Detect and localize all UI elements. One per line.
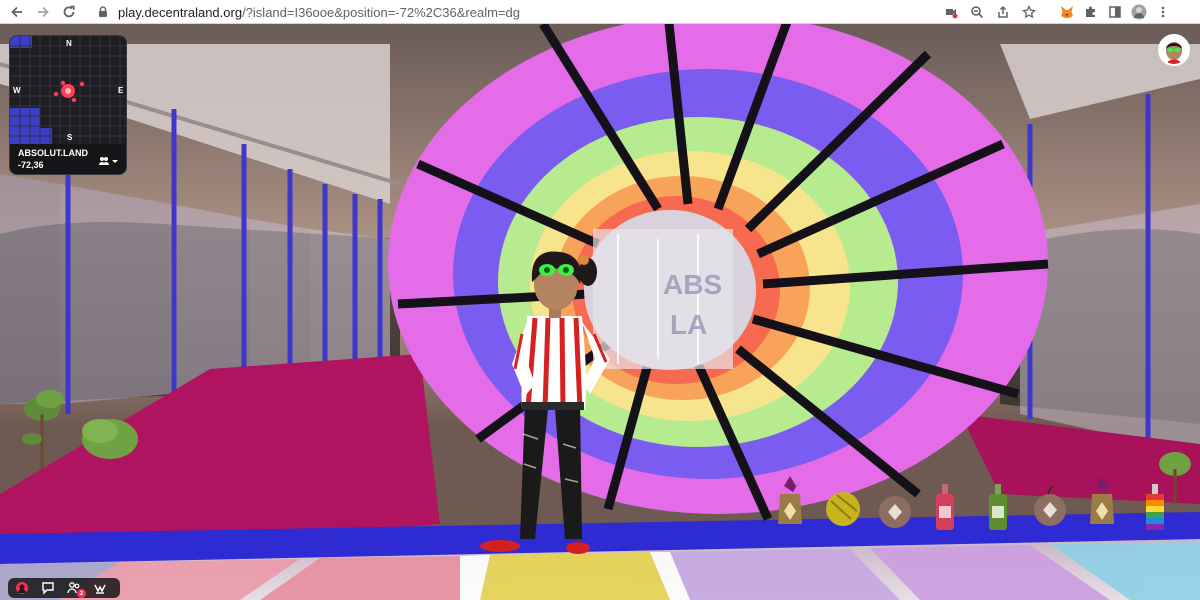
compass-east: E: [118, 86, 124, 95]
forward-button[interactable]: [30, 0, 56, 24]
address-bar-actions: [940, 0, 1040, 24]
emote-icon: [94, 584, 106, 594]
extensions-puzzle-icon[interactable]: [1080, 1, 1102, 23]
bookmark-star-icon[interactable]: [1018, 1, 1040, 23]
sign-text-bottom: LA: [670, 309, 707, 340]
game-viewport[interactable]: ABS LA: [0, 24, 1200, 600]
right-glass-railing: [1020, 204, 1200, 454]
friends-button[interactable]: 2: [64, 579, 86, 598]
menu-dots-icon[interactable]: [1152, 1, 1174, 23]
share-icon[interactable]: [992, 1, 1014, 23]
chat-icon: [42, 582, 54, 595]
bottom-toolbar: 2: [8, 578, 120, 598]
avatar-menu-button[interactable]: [12, 579, 32, 597]
brown-orb-1: [879, 496, 911, 528]
sign-text-top: ABS: [663, 269, 722, 300]
reload-icon: [63, 5, 75, 17]
url-host: play.decentraland.org: [118, 4, 243, 20]
emote-button[interactable]: [90, 579, 110, 597]
users-dropdown-icon[interactable]: [98, 156, 118, 168]
gold-orb: [826, 492, 860, 526]
tree-left-2: [82, 419, 138, 459]
url-path: /?island=I36ooe&position=-72%2C36&realm=…: [242, 4, 520, 20]
browser-toolbar: play.decentraland.org/?island=I36ooe&pos…: [0, 0, 1200, 24]
minimap-grid[interactable]: [10, 36, 127, 144]
minimap[interactable]: N S W E ABSOLUT.LAND -72,36: [9, 35, 127, 175]
back-icon: [11, 6, 22, 17]
compass-south: S: [67, 133, 73, 142]
compass-north: N: [66, 39, 72, 48]
profile-button[interactable]: [1158, 34, 1190, 66]
metamask-fox-icon[interactable]: [1056, 1, 1078, 23]
zoom-icon[interactable]: [966, 1, 988, 23]
lock-icon[interactable]: [96, 5, 110, 19]
chat-button[interactable]: [38, 579, 58, 597]
sidebar-icon[interactable]: [1104, 1, 1126, 23]
profile-avatar-icon[interactable]: [1128, 1, 1150, 23]
avatar-mini-icon: [16, 582, 28, 594]
reload-button[interactable]: [56, 0, 82, 24]
compass-west: W: [13, 86, 21, 95]
camera-blocked-icon[interactable]: [940, 1, 962, 23]
back-button[interactable]: [4, 0, 30, 24]
friends-badge: 2: [77, 589, 86, 598]
extensions-area: [1056, 1, 1174, 23]
url-text[interactable]: play.decentraland.org/?island=I36ooe&pos…: [118, 5, 520, 20]
profile-avatar-image: [1160, 36, 1188, 64]
forward-icon: [38, 6, 49, 17]
scene-render: ABS LA: [0, 24, 1200, 600]
